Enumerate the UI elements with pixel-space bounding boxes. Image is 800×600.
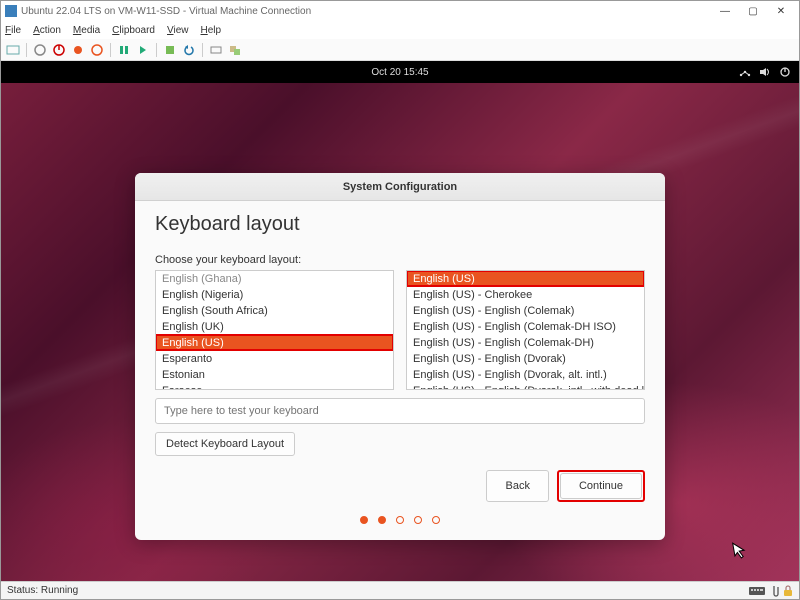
list-item[interactable]: English (UK)	[156, 319, 393, 335]
back-button[interactable]: Back	[486, 470, 548, 502]
installer-title: System Configuration	[343, 181, 457, 193]
progress-dot	[432, 516, 440, 524]
host-window: Ubuntu 22.04 LTS on VM-W11-SSD - Virtual…	[0, 0, 800, 600]
host-title: Ubuntu 22.04 LTS on VM-W11-SSD - Virtual…	[21, 6, 711, 17]
attachment-icon	[769, 584, 779, 598]
reset-icon[interactable]	[135, 42, 151, 58]
layout-prompt: Choose your keyboard layout:	[155, 254, 645, 266]
list-item[interactable]: English (South Africa)	[156, 303, 393, 319]
host-titlebar: Ubuntu 22.04 LTS on VM-W11-SSD - Virtual…	[1, 1, 799, 21]
menu-media[interactable]: Media	[73, 25, 100, 36]
share-icon[interactable]	[227, 42, 243, 58]
list-item-selected[interactable]: English (US)	[407, 271, 644, 287]
host-menubar: File Action Media Clipboard View Help	[1, 21, 799, 39]
list-item[interactable]: English (US) - English (Colemak-DH)	[407, 335, 644, 351]
detect-keyboard-button[interactable]: Detect Keyboard Layout	[155, 432, 295, 456]
power-icon[interactable]	[51, 42, 67, 58]
progress-dot	[360, 516, 368, 524]
host-toolbar	[1, 39, 799, 61]
menu-action[interactable]: Action	[33, 25, 61, 36]
installer-titlebar: System Configuration	[135, 173, 665, 201]
layout-list-right[interactable]: English (US) English (US) - Cherokee Eng…	[406, 270, 645, 390]
maximize-button[interactable]: ▢	[739, 2, 767, 20]
menu-help[interactable]: Help	[201, 25, 222, 36]
checkpoint-icon[interactable]	[162, 42, 178, 58]
app-icon	[5, 5, 17, 17]
list-item[interactable]: Esperanto	[156, 351, 393, 367]
host-statusbar: Status: Running	[1, 581, 799, 599]
progress-dot	[414, 516, 422, 524]
list-item[interactable]: English (Nigeria)	[156, 287, 393, 303]
vm-screen[interactable]: Oct 20 15:45 System Configuration Keyboa…	[1, 61, 799, 581]
menu-file[interactable]: File	[5, 25, 21, 36]
menu-clipboard[interactable]: Clipboard	[112, 25, 155, 36]
list-item[interactable]: English (US) - English (Dvorak, intl., w…	[407, 383, 644, 390]
status-text: Status: Running	[7, 585, 78, 596]
list-item[interactable]: Faroese	[156, 383, 393, 390]
layout-list-left[interactable]: English (Ghana) English (Nigeria) Englis…	[155, 270, 394, 390]
list-item[interactable]: English (Ghana)	[156, 271, 393, 287]
installer-heading: Keyboard layout	[155, 213, 645, 236]
revert-icon[interactable]	[181, 42, 197, 58]
network-icon[interactable]	[739, 67, 751, 77]
progress-dot	[396, 516, 404, 524]
list-item[interactable]: English (US) - Cherokee	[407, 287, 644, 303]
lock-icon	[783, 585, 793, 597]
volume-icon[interactable]	[759, 67, 771, 77]
power-menu-icon[interactable]	[779, 66, 791, 78]
list-item[interactable]: English (US) - English (Colemak)	[407, 303, 644, 319]
continue-button[interactable]: Continue	[560, 473, 642, 499]
red-highlight-continue: Continue	[557, 470, 645, 502]
progress-dot	[378, 516, 386, 524]
enhanced-icon[interactable]	[208, 42, 224, 58]
ctrl-alt-del-icon[interactable]	[5, 42, 21, 58]
list-item[interactable]: English (US) - English (Dvorak)	[407, 351, 644, 367]
pause-icon[interactable]	[116, 42, 132, 58]
list-item-selected[interactable]: English (US)	[156, 335, 393, 351]
close-button[interactable]: ✕	[767, 2, 795, 20]
ubuntu-clock: Oct 20 15:45	[371, 67, 428, 78]
shutdown-icon[interactable]	[70, 42, 86, 58]
progress-dots	[155, 516, 645, 524]
installer-window: System Configuration Keyboard layout Cho…	[135, 173, 665, 540]
list-item[interactable]: Estonian	[156, 367, 393, 383]
cursor-icon	[732, 540, 749, 560]
keyboard-test-input[interactable]	[155, 398, 645, 424]
save-icon[interactable]	[89, 42, 105, 58]
menu-view[interactable]: View	[167, 25, 189, 36]
keyboard-icon	[749, 586, 765, 596]
ubuntu-topbar: Oct 20 15:45	[1, 61, 799, 83]
list-item[interactable]: English (US) - English (Dvorak, alt. int…	[407, 367, 644, 383]
minimize-button[interactable]: —	[711, 2, 739, 20]
list-item[interactable]: English (US) - English (Colemak-DH ISO)	[407, 319, 644, 335]
start-icon[interactable]	[32, 42, 48, 58]
